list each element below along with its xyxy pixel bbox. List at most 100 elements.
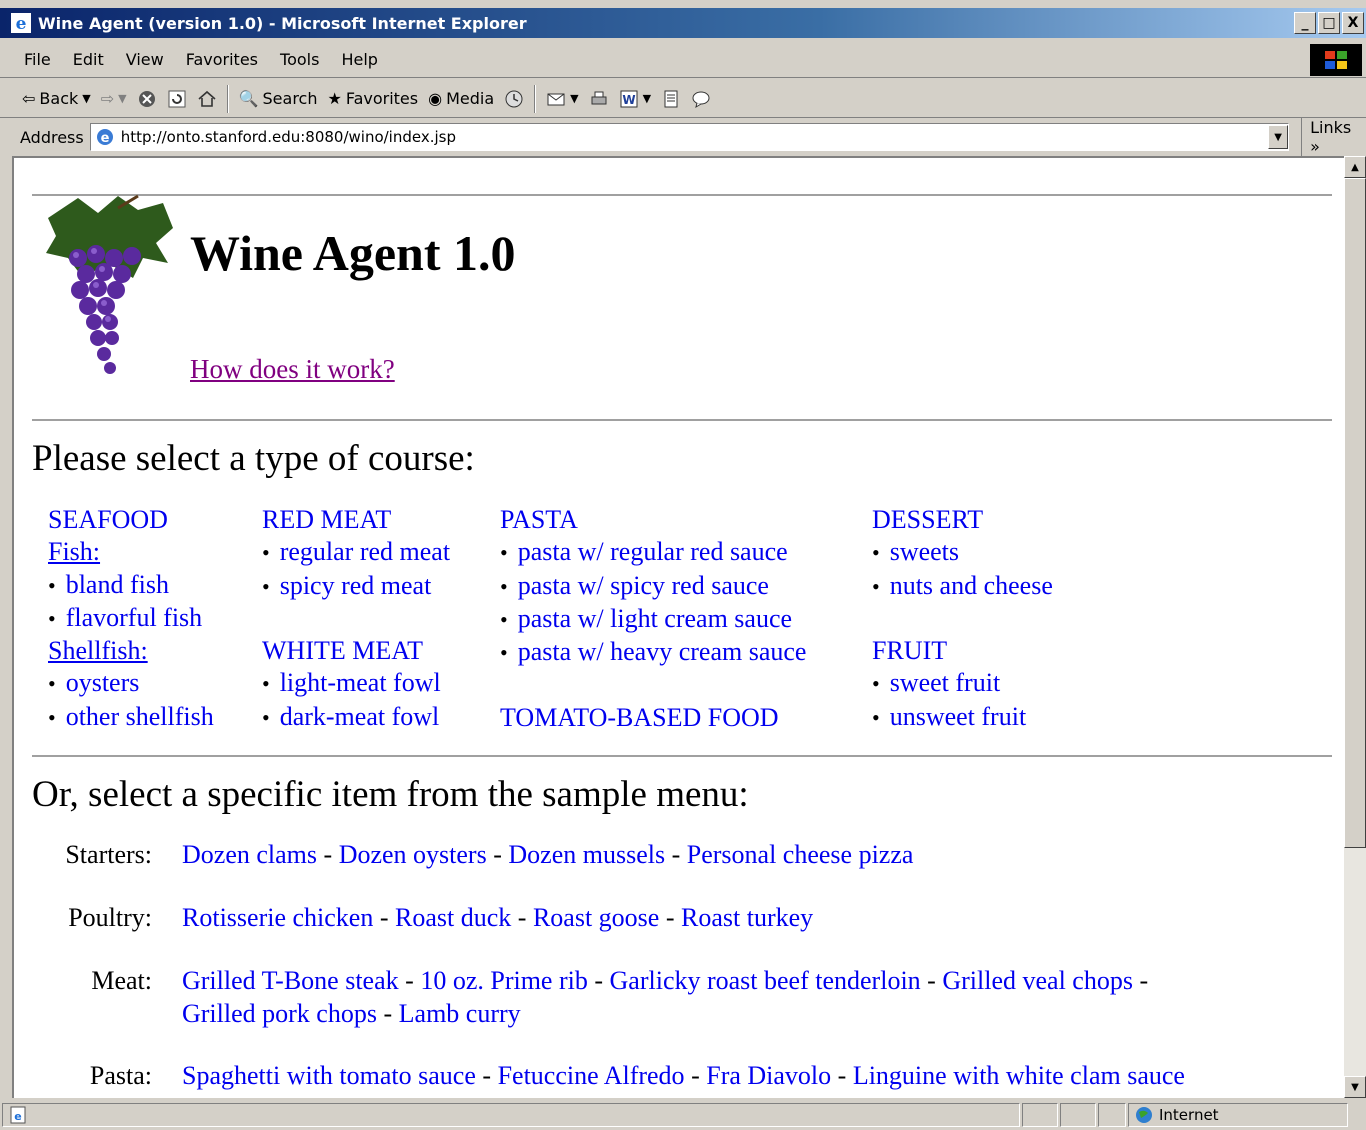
- address-url[interactable]: http://onto.stanford.edu:8080/wino/index…: [121, 128, 1268, 146]
- tomato-based-food-link[interactable]: TOMATO-BASED FOOD: [500, 703, 779, 732]
- pasta-light-cream-sauce-link[interactable]: pasta w/ light cream sauce: [500, 603, 806, 636]
- seafood-link[interactable]: SEAFOOD: [48, 505, 168, 534]
- search-label: Search: [262, 89, 318, 108]
- chevron-down-icon[interactable]: ▼: [118, 92, 126, 105]
- close-button[interactable]: X: [1342, 12, 1364, 34]
- menu-file[interactable]: File: [0, 50, 62, 69]
- menu-item-link[interactable]: Grilled veal chops: [942, 966, 1133, 995]
- menu-item-link[interactable]: Garlicky roast beef tenderloin: [610, 966, 921, 995]
- scroll-down-button[interactable]: ▼: [1344, 1076, 1366, 1098]
- scroll-thumb[interactable]: [1344, 178, 1366, 848]
- menu-item-link[interactable]: Fetuccine Alfredo: [498, 1061, 685, 1090]
- home-icon[interactable]: [197, 89, 217, 109]
- sweet-fruit-link[interactable]: sweet fruit: [872, 667, 1053, 700]
- maximize-button[interactable]: □: [1318, 12, 1340, 34]
- favorites-button[interactable]: ★ Favorites: [327, 89, 418, 108]
- chevron-down-icon[interactable]: ▼: [643, 92, 651, 105]
- vertical-scrollbar[interactable]: ▲ ▼: [1344, 156, 1366, 1098]
- bland-fish-link[interactable]: bland fish: [48, 569, 214, 602]
- course-prompt: Please select a type of course:: [32, 438, 475, 479]
- favorites-label: Favorites: [345, 89, 419, 108]
- menu-favorites[interactable]: Favorites: [175, 50, 269, 69]
- title-bar[interactable]: e Wine Agent (version 1.0) - Microsoft I…: [0, 8, 1366, 38]
- spicy-red-meat-link[interactable]: spicy red meat: [262, 570, 450, 603]
- menu-item-link[interactable]: Rotisserie chicken: [182, 903, 373, 932]
- address-dropdown-button[interactable]: ▼: [1268, 125, 1289, 149]
- search-button[interactable]: 🔍 Search: [239, 89, 318, 108]
- stop-icon[interactable]: [137, 89, 157, 109]
- menu-separator: -: [671, 840, 681, 869]
- red-meat-link[interactable]: RED MEAT: [262, 505, 391, 534]
- menu-item-link[interactable]: Roast turkey: [681, 903, 813, 932]
- media-label: Media: [446, 89, 495, 108]
- forward-button[interactable]: ⇨ ▼: [101, 89, 127, 108]
- address-bar: Address e http://onto.stanford.edu:8080/…: [0, 118, 1366, 156]
- white-meat-link[interactable]: WHITE MEAT: [262, 636, 423, 665]
- menu-row-starters: Starters: Dozen clams - Dozen oysters - …: [32, 838, 1332, 871]
- chevron-up-icon: ▲: [1351, 161, 1359, 173]
- regular-red-meat-link[interactable]: regular red meat: [262, 536, 450, 569]
- chevron-down-icon[interactable]: ▼: [82, 92, 90, 105]
- menu-item-link[interactable]: Dozen clams: [182, 840, 317, 869]
- media-button[interactable]: ◉ Media: [428, 89, 494, 108]
- dark-meat-fowl-link[interactable]: dark-meat fowl: [262, 701, 450, 734]
- menu-item-link[interactable]: 10 oz. Prime rib: [420, 966, 588, 995]
- menu-separator: -: [837, 1061, 847, 1090]
- horizontal-rule: [32, 194, 1332, 196]
- refresh-icon[interactable]: [167, 89, 187, 109]
- pasta-link[interactable]: PASTA: [500, 505, 578, 534]
- messenger-icon[interactable]: [691, 89, 711, 109]
- oysters-link[interactable]: oysters: [48, 667, 214, 700]
- menu-separator: -: [927, 966, 936, 995]
- menu-edit[interactable]: Edit: [62, 50, 115, 69]
- back-button[interactable]: ⇦ Back ▼: [22, 89, 91, 108]
- menu-item-link[interactable]: Dozen mussels: [508, 840, 665, 869]
- fish-link[interactable]: Fish:: [48, 537, 100, 566]
- menu-item-link[interactable]: Spaghetti with tomato sauce: [182, 1061, 476, 1090]
- chevron-down-icon[interactable]: ▼: [570, 92, 578, 105]
- menu-item-link[interactable]: Dozen oysters: [339, 840, 487, 869]
- status-pane: [1098, 1103, 1126, 1127]
- print-icon[interactable]: [589, 89, 609, 109]
- browser-window: e Wine Agent (version 1.0) - Microsoft I…: [0, 0, 1366, 1130]
- history-icon[interactable]: [504, 89, 524, 109]
- minimize-button[interactable]: _: [1294, 12, 1316, 34]
- edit-button[interactable]: W ▼: [619, 89, 651, 109]
- discuss-icon[interactable]: [661, 89, 681, 109]
- status-pane: [1060, 1103, 1096, 1127]
- menu-item-link[interactable]: Roast duck: [395, 903, 511, 932]
- seafood-column: SEAFOOD Fish: bland fish flavorful fish …: [48, 504, 214, 734]
- other-shellfish-link[interactable]: other shellfish: [48, 701, 214, 734]
- nuts-and-cheese-link[interactable]: nuts and cheese: [872, 570, 1053, 603]
- how-does-it-work-link[interactable]: How does it work?: [190, 354, 395, 385]
- menu-item-link[interactable]: Fra Diavolo: [706, 1061, 831, 1090]
- unsweet-fruit-link[interactable]: unsweet fruit: [872, 701, 1053, 734]
- pasta-heavy-cream-sauce-link[interactable]: pasta w/ heavy cream sauce: [500, 636, 807, 669]
- category-label: Meat:: [91, 966, 152, 995]
- grapes-logo-icon: [46, 194, 173, 374]
- menu-item-link[interactable]: Grilled pork chops: [182, 999, 377, 1028]
- menu-item-link[interactable]: Personal cheese pizza: [687, 840, 914, 869]
- menu-item-link[interactable]: Linguine with white clam sauce: [853, 1061, 1185, 1090]
- menu-tools[interactable]: Tools: [269, 50, 330, 69]
- light-meat-fowl-link[interactable]: light-meat fowl: [262, 667, 450, 700]
- page-viewport: Wine Agent 1.0 How does it work? Please …: [12, 156, 1344, 1098]
- menu-item-link[interactable]: Roast goose: [533, 903, 659, 932]
- fruit-link[interactable]: FRUIT: [872, 636, 947, 665]
- pasta-spicy-red-sauce-link[interactable]: pasta w/ spicy red sauce: [500, 570, 806, 603]
- dessert-link[interactable]: DESSERT: [872, 505, 983, 534]
- pasta-regular-red-sauce-link[interactable]: pasta w/ regular red sauce: [500, 536, 806, 569]
- shellfish-link[interactable]: Shellfish:: [48, 636, 148, 665]
- links-button[interactable]: Links »: [1301, 118, 1366, 156]
- sweets-link[interactable]: sweets: [872, 536, 1053, 569]
- mail-button[interactable]: ▼: [546, 89, 579, 109]
- pasta-column: PASTA pasta w/ regular red sauce pasta w…: [500, 504, 806, 734]
- menu-view[interactable]: View: [115, 50, 175, 69]
- horizontal-rule: [32, 419, 1332, 421]
- address-field[interactable]: e http://onto.stanford.edu:8080/wino/ind…: [89, 123, 1290, 151]
- menu-help[interactable]: Help: [330, 50, 388, 69]
- menu-item-link[interactable]: Grilled T-Bone steak: [182, 966, 399, 995]
- flavorful-fish-link[interactable]: flavorful fish: [48, 602, 214, 635]
- scroll-up-button[interactable]: ▲: [1344, 156, 1366, 178]
- menu-item-link[interactable]: Lamb curry: [399, 999, 521, 1028]
